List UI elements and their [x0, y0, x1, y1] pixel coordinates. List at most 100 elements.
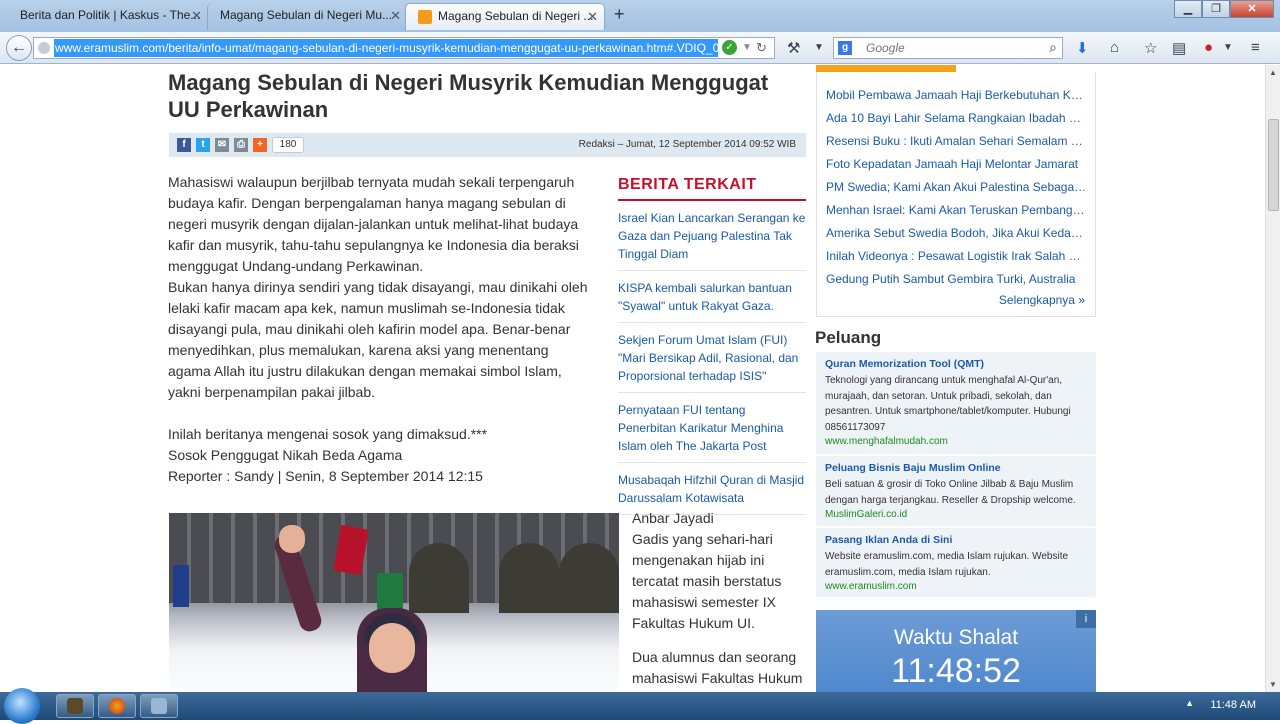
- ad-link[interactable]: MuslimGaleri.co.id: [825, 509, 1087, 520]
- tab-label: Berita dan Politik | Kaskus - The...: [20, 8, 201, 22]
- reload-icon[interactable]: ↻: [756, 38, 767, 58]
- navigation-bar: ← www.eramuslim.com/berita/info-umat/mag…: [0, 32, 1280, 64]
- address-bar[interactable]: www.eramuslim.com/berita/info-umat/magan…: [33, 37, 775, 59]
- clock[interactable]: 11:48 AM: [1210, 699, 1256, 711]
- ad-block[interactable]: Peluang Bisnis Baju Muslim Online Beli s…: [816, 456, 1096, 527]
- ad-block[interactable]: Pasang Iklan Anda di Sini Website eramus…: [816, 528, 1096, 598]
- article-title: Magang Sebulan di Negeri Musyrik Kemudia…: [168, 70, 769, 122]
- ad-link[interactable]: www.menghafalmudah.com: [825, 436, 1087, 447]
- paragraph: Bukan hanya dirinya sendiri yang tidak d…: [168, 279, 588, 400]
- app-icon: [151, 698, 167, 714]
- prayer-time-title: Waktu Shalat: [893, 626, 1019, 649]
- search-box[interactable]: g Google ⌕: [833, 37, 1063, 59]
- related-heading: BERITA TERKAIT: [618, 176, 806, 201]
- ad-title[interactable]: Pasang Iklan Anda di Sini: [825, 534, 1087, 546]
- paragraph: Mahasiswi walaupun berjilbab ternyata mu…: [168, 174, 579, 274]
- tab-magang-active[interactable]: Magang Sebulan di Negeri ... ✕: [405, 3, 605, 30]
- sidebar-news-link[interactable]: Inilah Videonya : Pesawat Logistik Irak …: [826, 249, 1088, 263]
- sidebar-news-link[interactable]: Foto Kepadatan Jamaah Haji Melontar Jama…: [826, 157, 1088, 171]
- globe-icon: [38, 42, 50, 54]
- paragraph: Sosok Penggugat Nikah Beda Agama: [168, 447, 403, 463]
- prayer-time-widget: i Waktu Shalat 11:48:52: [816, 610, 1096, 692]
- facebook-icon[interactable]: f: [177, 138, 191, 152]
- scroll-down-icon[interactable]: ▼: [1269, 680, 1277, 689]
- taskbar-firefox-button[interactable]: [98, 694, 136, 718]
- prayer-time-clock: 11:48:52: [891, 652, 1021, 690]
- sidebar-news-link[interactable]: Amerika Sebut Swedia Bodoh, Jika Akui Ke…: [826, 226, 1088, 240]
- bookmark-star-icon[interactable]: ☆: [1144, 39, 1157, 57]
- addon-dropdown-icon[interactable]: ▼: [814, 42, 824, 53]
- share-plus-icon[interactable]: +: [253, 138, 267, 152]
- ad-title[interactable]: Peluang Bisnis Baju Muslim Online: [825, 462, 1087, 474]
- ad-description: Website eramuslim.com, media Islam rujuk…: [825, 551, 1069, 578]
- close-tab-icon[interactable]: ✕: [587, 9, 598, 25]
- vertical-scrollbar[interactable]: ▲ ▼: [1265, 65, 1280, 692]
- sidebar-news-list: Mobil Pembawa Jamaah Haji Berkebutuhan K…: [816, 72, 1096, 317]
- ad-title[interactable]: Quran Memorization Tool (QMT): [825, 358, 1087, 370]
- tab-label: Magang Sebulan di Negeri ...: [438, 9, 594, 23]
- tab-bar: Berita dan Politik | Kaskus - The... ✕ Ma…: [0, 0, 1280, 32]
- search-icon[interactable]: ⌕: [1049, 39, 1057, 56]
- close-window-button[interactable]: ✕: [1230, 0, 1274, 18]
- minimize-button[interactable]: ▁: [1174, 0, 1202, 18]
- share-count: 180: [272, 137, 304, 153]
- email-icon[interactable]: ✉: [215, 138, 229, 152]
- site-favicon-icon: [418, 10, 432, 24]
- search-input[interactable]: Google: [866, 41, 905, 55]
- sidebar-news-link[interactable]: Mobil Pembawa Jamaah Haji Berkebutuhan K…: [826, 88, 1088, 102]
- twitter-icon[interactable]: t: [196, 138, 210, 152]
- home-icon[interactable]: ⌂: [1110, 39, 1119, 56]
- url-text[interactable]: www.eramuslim.com/berita/info-umat/magan…: [54, 39, 718, 57]
- ad-description: Teknologi yang dirancang untuk menghafal…: [825, 375, 1071, 433]
- maximize-button[interactable]: ❐: [1202, 0, 1230, 18]
- article-body: Mahasiswi walaupun berjilbab ternyata mu…: [168, 172, 588, 487]
- adblock-dropdown-icon[interactable]: ▼: [1223, 42, 1233, 53]
- tab-magang-1[interactable]: Magang Sebulan di Negeri Mu... ✕: [207, 3, 407, 30]
- download-icon[interactable]: ⬇: [1076, 39, 1089, 57]
- ad-description: Beli satuan & grosir di Toko Online Jilb…: [825, 479, 1076, 506]
- info-icon[interactable]: i: [1076, 610, 1096, 628]
- tab-label: Magang Sebulan di Negeri Mu...: [220, 8, 393, 22]
- tray-expand-icon[interactable]: ▲: [1185, 698, 1194, 708]
- ad-link[interactable]: www.eramuslim.com: [825, 581, 1087, 592]
- close-tab-icon[interactable]: ✕: [191, 8, 202, 24]
- google-icon[interactable]: g: [838, 41, 852, 55]
- menu-icon[interactable]: ≡: [1251, 39, 1260, 56]
- related-link[interactable]: Israel Kian Lancarkan Serangan ke Gaza d…: [618, 201, 806, 271]
- sidebar-news-link[interactable]: PM Swedia; Kami Akan Akui Palestina Seba…: [826, 180, 1088, 194]
- web-page: Magang Sebulan di Negeri Musyrik Kemudia…: [0, 65, 1265, 692]
- taskbar: ▲ 11:48 AM: [0, 688, 1280, 724]
- close-tab-icon[interactable]: ✕: [390, 8, 401, 24]
- article-byline: Redaksi – Jumat, 12 September 2014 09:52…: [578, 139, 796, 150]
- photo-caption: Anbar Jayadi Gadis yang sehari-hari meng…: [632, 508, 804, 689]
- bookmarks-list-icon[interactable]: ▤: [1172, 39, 1186, 57]
- secure-check-icon[interactable]: ✓: [722, 40, 737, 55]
- more-link[interactable]: Selengkapnya »: [999, 293, 1085, 307]
- back-button[interactable]: ←: [6, 35, 32, 61]
- sidebar-news-link[interactable]: Menhan Israel: Kami Akan Teruskan Pemban…: [826, 203, 1088, 217]
- scrollbar-thumb[interactable]: [1268, 119, 1279, 211]
- taskbar-app-button[interactable]: [140, 694, 178, 718]
- sidebar-news-link[interactable]: Ada 10 Bayi Lahir Selama Rangkaian Ibada…: [826, 111, 1088, 125]
- url-dropdown-icon[interactable]: ▼: [742, 38, 752, 58]
- print-icon[interactable]: ⎙: [234, 138, 248, 152]
- article-photo: [169, 513, 619, 692]
- paragraph: Dua alumnus dan seorang mahasiswi Fakult…: [632, 649, 803, 686]
- caption-text: Gadis yang sehari-hari mengenakan hijab …: [632, 531, 782, 631]
- sidebar-news-link[interactable]: Resensi Buku : Ikuti Amalan Sehari Semal…: [826, 134, 1088, 148]
- tab-kaskus[interactable]: Berita dan Politik | Kaskus - The... ✕: [8, 3, 208, 30]
- new-tab-icon[interactable]: +: [614, 4, 625, 25]
- ad-block[interactable]: Quran Memorization Tool (QMT) Teknologi …: [816, 352, 1096, 455]
- start-button[interactable]: [4, 688, 40, 724]
- related-link[interactable]: KISPA kembali salurkan bantuan "Syawal" …: [618, 271, 806, 323]
- adblock-icon[interactable]: ●: [1204, 39, 1213, 56]
- taskbar-app-button[interactable]: [56, 694, 94, 718]
- sidebar-news-link[interactable]: Gedung Putih Sambut Gembira Turki, Austr…: [826, 272, 1088, 286]
- related-link[interactable]: Sekjen Forum Umat Islam (FUI) "Mari Bers…: [618, 323, 806, 393]
- related-link[interactable]: Pernyataan FUI tentang Penerbitan Karika…: [618, 393, 806, 463]
- addon-icon[interactable]: ⚒: [787, 39, 800, 57]
- caption-name: Anbar Jayadi: [632, 510, 714, 526]
- scroll-up-icon[interactable]: ▲: [1269, 68, 1277, 77]
- related-news: BERITA TERKAIT Israel Kian Lancarkan Ser…: [618, 176, 806, 515]
- paragraph: Inilah beritanya mengenai sosok yang dim…: [168, 426, 488, 442]
